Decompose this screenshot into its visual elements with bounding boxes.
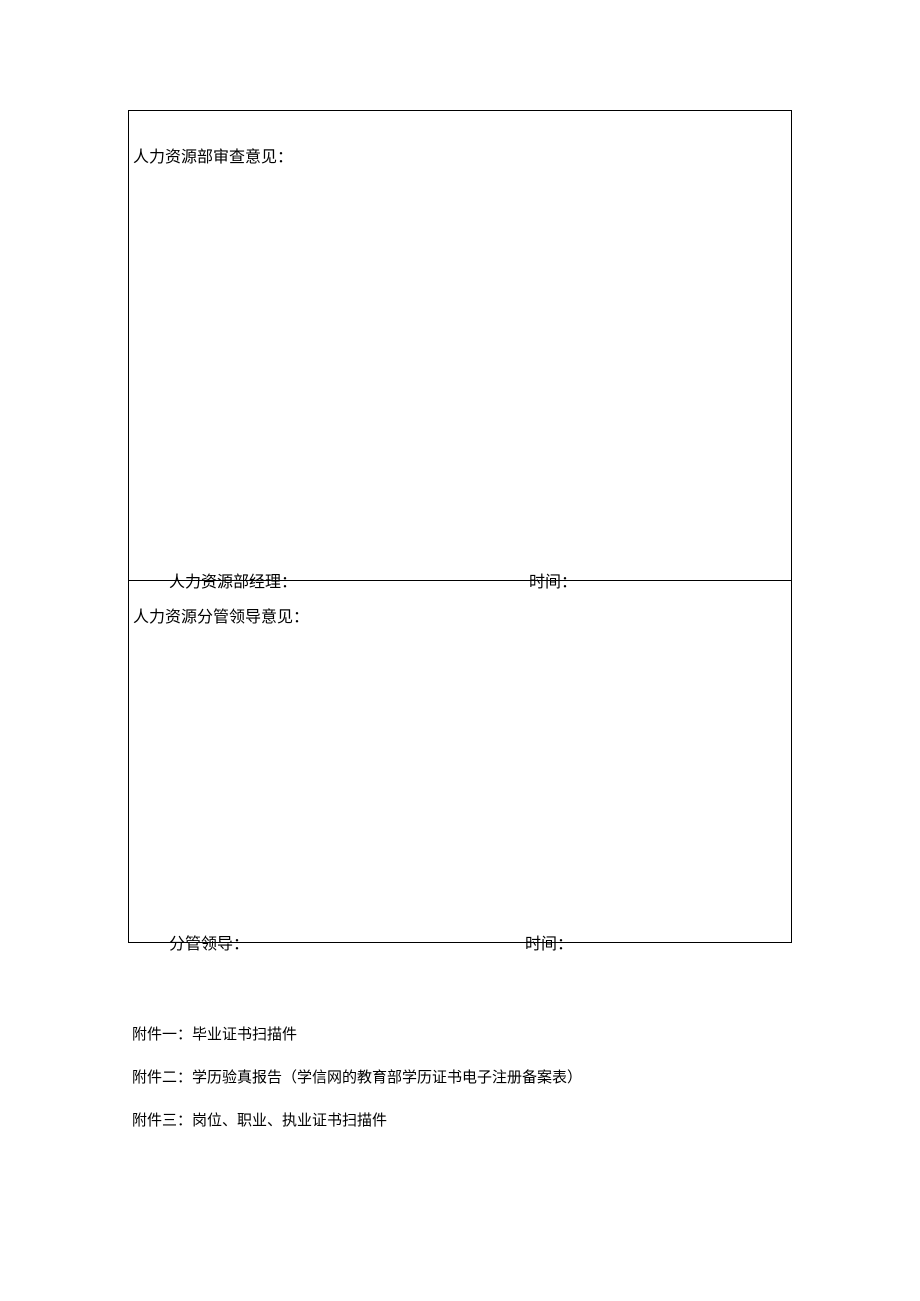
document-page: 人力资源部审查意见： 人力资源部经理： 时间： 人力资源分管领导意见： 分管领导… bbox=[128, 110, 792, 1152]
attachment-item: 附件三：岗位、职业、执业证书扫描件 bbox=[132, 1109, 792, 1130]
attachment-item: 附件二：学历验真报告（学信网的教育部学历证书电子注册备案表） bbox=[132, 1066, 792, 1087]
approval-form-table: 人力资源部审查意见： 人力资源部经理： 时间： 人力资源分管领导意见： 分管领导… bbox=[128, 110, 792, 943]
attachments-list: 附件一：毕业证书扫描件 附件二：学历验真报告（学信网的教育部学历证书电子注册备案… bbox=[128, 1023, 792, 1130]
attachment-item: 附件一：毕业证书扫描件 bbox=[132, 1023, 792, 1044]
hr-review-section: 人力资源部审查意见： 人力资源部经理： 时间： bbox=[129, 111, 792, 581]
hr-review-title: 人力资源部审查意见： bbox=[133, 143, 293, 167]
leader-review-section: 人力资源分管领导意见： 分管领导： 时间： bbox=[129, 581, 792, 943]
leader-time-label: 时间： bbox=[525, 930, 573, 954]
leader-review-title: 人力资源分管领导意见： bbox=[133, 603, 309, 627]
leader-label: 分管领导： bbox=[169, 930, 249, 954]
